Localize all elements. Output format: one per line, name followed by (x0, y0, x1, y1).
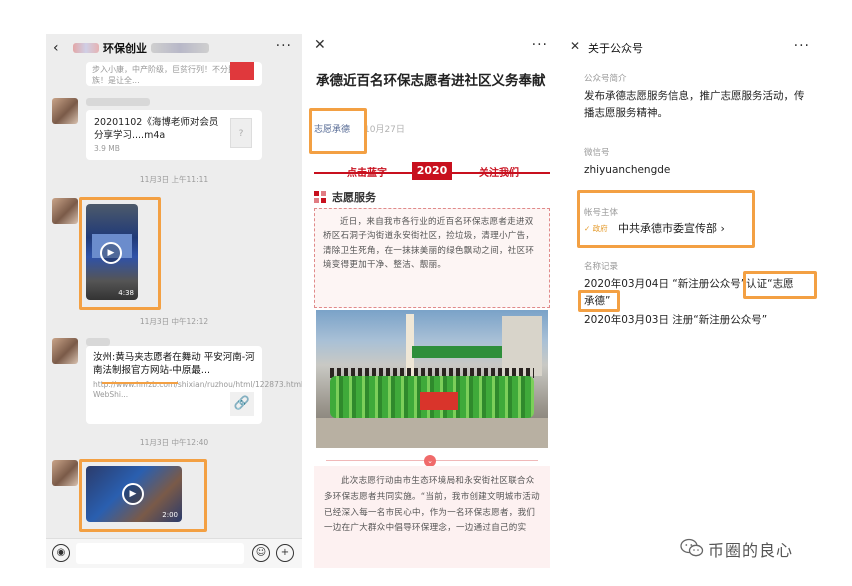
close-icon[interactable]: ✕ (314, 37, 326, 53)
chat-header: ‹ 环保创业 ··· (46, 34, 302, 62)
avatar[interactable] (52, 338, 78, 364)
back-icon[interactable]: ‹ (53, 40, 65, 56)
building (502, 316, 542, 376)
more-icon[interactable]: ··· (532, 37, 548, 53)
more-icon[interactable]: ··· (276, 38, 292, 54)
volunteer-group-photo (316, 310, 548, 448)
intro-text: 发布承德志愿服务信息，推广志愿服务活动，传播志愿服务精神。 (584, 90, 805, 119)
emoji-icon[interactable]: ☺ (252, 544, 270, 562)
banner-year: 2020 (412, 162, 452, 180)
intro-label: 公众号简介 (584, 74, 627, 84)
name-history-label: 名称记录 (584, 262, 619, 272)
blurred-sender-name (86, 98, 150, 106)
highlight-box-history (743, 271, 817, 299)
banner-follow-blue: 点击蓝字 (347, 168, 387, 179)
name-history-item: 2020年03月03日 注册“新注册公众号” (584, 314, 768, 326)
file-icon: ? (230, 118, 252, 148)
timestamp: 11月3日 中午12:12 (139, 317, 209, 326)
avatar[interactable] (52, 198, 78, 224)
blurred-avatar-group (73, 43, 99, 53)
highlight-box-history (578, 290, 620, 312)
red-flag (420, 392, 458, 410)
article-paragraph: 近日，来自我市各行业的近百名环保志愿者走进双桥区石洞子沟街道永安街社区，捡垃圾，… (323, 217, 535, 270)
file-message[interactable]: 20201102《海博老师对会员分享学习....m4a 3.9 MB ? (86, 110, 262, 160)
highlight-box-entity (577, 190, 755, 248)
link-message[interactable]: 汝州:黄马夹志愿者在舞动 平安河南-河南法制报官方网站-中原最... http:… (86, 346, 302, 424)
wechat-logo-icon (680, 538, 704, 557)
highlight-box-video (79, 197, 161, 310)
article-date: 10月27日 (364, 125, 405, 135)
section-marker-icon (314, 191, 326, 203)
timestamp: 11月3日 上午11:11 (139, 175, 209, 184)
link-icon: 🔗 (230, 392, 254, 416)
chat-input-bar: ◉ ☺ + (46, 538, 302, 568)
avatar[interactable] (52, 460, 78, 486)
highlight-underline (102, 382, 178, 384)
article-title: 承德近百名环保志愿者进社区义务奉献 (316, 73, 546, 89)
ground (316, 418, 548, 448)
highlight-box-video (79, 459, 207, 532)
timestamp: 11月3日 中午12:40 (139, 438, 209, 447)
article-paragraph: 此次志愿行动由市生态环境局和永安街社区联合众多环保志愿者共同实施。“当前，我市创… (324, 476, 540, 534)
highlight-box-author (309, 108, 367, 154)
blurred-title-suffix (151, 43, 209, 53)
message-input[interactable] (76, 543, 244, 564)
section-title: 志愿服务 (332, 191, 376, 204)
message-snippet[interactable]: 步入小康，中产阶级，巨贫行列！不分民族种族！是让全... (86, 62, 262, 86)
panel-title: 关于公众号 (588, 42, 643, 55)
banner-follow-us: 关注我们 (479, 168, 519, 179)
snippet-thumbnail (230, 62, 254, 80)
blurred-sender-name (86, 338, 110, 346)
add-icon[interactable]: + (276, 544, 294, 562)
banner-sign (412, 346, 502, 358)
link-title: 汝州:黄马夹志愿者在舞动 平安河南-河南法制报官方网站-中原最... (93, 352, 255, 376)
watermark-text: 币圈的良心 (708, 541, 794, 560)
wechat-id-label: 微信号 (584, 148, 610, 158)
wechat-id: zhiyuanchengde (584, 164, 671, 176)
composite-screenshot: ‹ 环保创业 ··· 步入小康，中产阶级，巨贫行列！不分民族种族！是让全... … (0, 0, 852, 586)
paragraph-box: 近日，来自我市各行业的近百名环保志愿者走进双桥区石洞子沟街道永安街社区，捡垃圾，… (314, 208, 550, 308)
file-name: 20201102《海博老师对会员分享学习....m4a (94, 117, 219, 141)
chat-title: 环保创业 (103, 42, 147, 55)
paragraph-box: 此次志愿行动由市生态环境局和永安街社区联合众多环保志愿者共同实施。“当前，我市创… (314, 466, 550, 568)
snippet-text: 步入小康，中产阶级，巨贫行列！不分民族种族！是让全... (92, 65, 252, 85)
avatar[interactable] (52, 98, 78, 124)
close-icon[interactable]: ✕ (570, 39, 580, 53)
more-icon[interactable]: ··· (794, 38, 810, 54)
voice-icon[interactable]: ◉ (52, 544, 70, 562)
